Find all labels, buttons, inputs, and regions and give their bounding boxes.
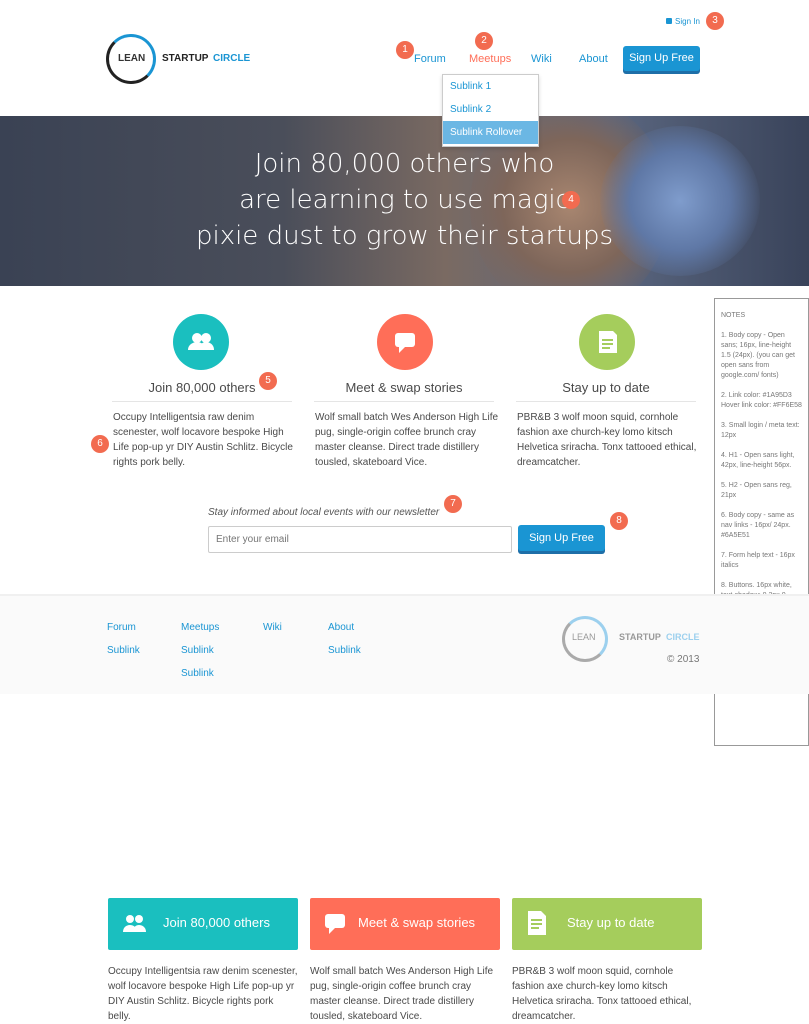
footer-logo-startup: STARTUP: [619, 632, 661, 642]
feature-body-stay: PBR&B 3 wolf moon squid, cornhole fashio…: [517, 412, 697, 468]
footer-logo-lean: LEAN: [572, 632, 596, 642]
people-icon: [173, 314, 229, 370]
email-input[interactable]: [208, 526, 512, 553]
logo[interactable]: LEAN STARTUP CIRCLE: [106, 34, 256, 84]
card-title-stay: Stay up to date: [567, 915, 655, 930]
footer-link-forum[interactable]: Forum: [107, 622, 136, 633]
footer-sublink[interactable]: Sublink: [107, 645, 140, 656]
hero-headline: Join 80,000 others who are learning to u…: [195, 149, 614, 251]
footer-sublink[interactable]: Sublink: [181, 668, 214, 679]
dropdown-item-sublink1[interactable]: Sublink 1: [443, 75, 538, 98]
note-6: 6. Body copy - same as nav links - 16px/…: [721, 512, 795, 539]
hero-banner: Join 80,000 others who are learning to u…: [0, 116, 809, 286]
footer-link-wiki[interactable]: Wiki: [263, 622, 282, 633]
feature-title-stay: Stay up to date: [516, 380, 696, 402]
card-join[interactable]: Join 80,000 others: [108, 898, 298, 950]
footer-link-about[interactable]: About: [328, 622, 354, 633]
nav-forum[interactable]: Forum: [414, 53, 446, 65]
dropdown-item-sublink2[interactable]: Sublink 2: [443, 98, 538, 121]
annotation-badge-4: 4: [562, 191, 580, 209]
footer-link-meetups[interactable]: Meetups: [181, 622, 219, 633]
logo-circle: CIRCLE: [213, 53, 251, 64]
logo-startup: STARTUP: [162, 53, 209, 64]
footer-logo-circle: CIRCLE: [666, 632, 700, 642]
note-1: 1. Body copy - Open sans; 16px, line-hei…: [721, 332, 795, 379]
nav-about[interactable]: About: [579, 53, 608, 65]
sign-in-link[interactable]: Sign In: [666, 17, 700, 26]
copyright: © 2013: [667, 654, 700, 665]
annotation-badge-5: 5: [259, 372, 277, 390]
nav-wiki[interactable]: Wiki: [531, 53, 552, 65]
annotation-badge-3: 3: [706, 12, 724, 30]
chat-bubble-icon: [377, 314, 433, 370]
card-meet[interactable]: Meet & swap stories: [310, 898, 500, 950]
dropdown-item-rollover[interactable]: Sublink Rollover: [443, 121, 538, 144]
footer-sublink[interactable]: Sublink: [328, 645, 361, 656]
annotation-badge-2: 2: [475, 32, 493, 50]
feature-title-meet: Meet & swap stories: [314, 380, 494, 402]
document-icon: [528, 911, 546, 935]
signup-newsletter-button[interactable]: Sign Up Free: [518, 525, 605, 551]
note-5: 5. H2 - Open sans reg, 21px: [721, 482, 792, 499]
note-2: 2. Link color: #1A95D3 Hover link color:…: [721, 392, 802, 409]
card-body-stay: PBR&B 3 wolf moon squid, cornhole fashio…: [512, 966, 692, 1022]
chat-bubble-icon: [325, 914, 345, 934]
signup-header-button[interactable]: Sign Up Free: [623, 46, 700, 71]
footer: Forum Sublink Meetups Sublink Sublink Wi…: [0, 594, 809, 694]
meetups-dropdown: Sublink 1 Sublink 2 Sublink Rollover: [442, 74, 539, 147]
card-title-join: Join 80,000 others: [163, 915, 270, 930]
logo-lean: LEAN: [118, 53, 146, 64]
annotation-badge-8: 8: [610, 512, 628, 530]
footer-sublink[interactable]: Sublink: [181, 645, 214, 656]
card-body-meet: Wolf small batch Wes Anderson High Life …: [310, 966, 494, 1022]
annotation-badge-1: 1: [396, 41, 414, 59]
note-3: 3. Small login / meta text: 12px: [721, 422, 800, 439]
document-icon: [579, 314, 635, 370]
newsletter-label: Stay informed about local events with ou…: [208, 507, 440, 518]
feature-body-join: Occupy Intelligentsia raw denim sceneste…: [113, 412, 293, 468]
card-body-join: Occupy Intelligentsia raw denim sceneste…: [108, 966, 298, 1022]
people-icon: [123, 915, 146, 932]
card-title-meet: Meet & swap stories: [358, 915, 476, 930]
lock-icon: [666, 18, 672, 24]
notes-title: NOTES: [721, 312, 746, 319]
feature-body-meet: Wolf small batch Wes Anderson High Life …: [315, 412, 499, 468]
note-4: 4. H1 - Open sans light, 42px, line-heig…: [721, 452, 795, 469]
note-7: 7. Form help text - 16px italics: [721, 552, 795, 569]
nav-meetups[interactable]: Meetups: [469, 53, 511, 65]
annotation-badge-6: 6: [91, 435, 109, 453]
card-stay[interactable]: Stay up to date: [512, 898, 702, 950]
annotation-badge-7: 7: [444, 495, 462, 513]
